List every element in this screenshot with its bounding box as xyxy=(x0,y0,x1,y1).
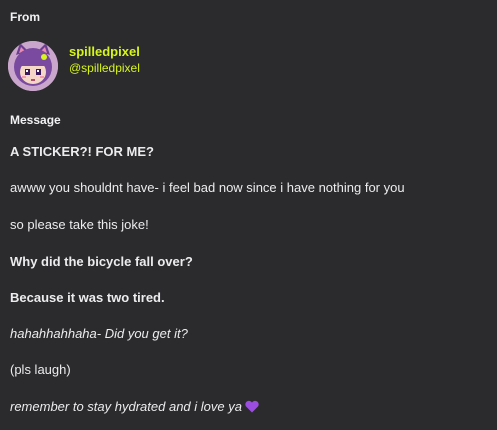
purple-heart-icon xyxy=(245,400,259,417)
message-line-5: Because it was two tired. xyxy=(10,290,165,305)
message-line-8-text: remember to stay hydrated and i love ya xyxy=(10,399,242,414)
message-label: Message xyxy=(10,113,61,127)
message-line-3: so please take this joke! xyxy=(10,217,149,232)
message-line-2: awww you shouldnt have- i feel bad now s… xyxy=(10,180,405,195)
message-line-8: remember to stay hydrated and i love ya xyxy=(10,399,259,417)
message-line-1: A STICKER?! FOR ME? xyxy=(10,144,154,159)
message-line-7: (pls laugh) xyxy=(10,362,71,377)
message-line-4: Why did the bicycle fall over? xyxy=(10,254,193,269)
pixel-character-avatar-icon xyxy=(8,41,58,91)
message-panel: From spilledpixel @spilledpixel Message … xyxy=(0,0,497,430)
sender-text: spilledpixel @spilledpixel xyxy=(69,44,140,76)
from-label: From xyxy=(10,10,40,24)
sender-display-name[interactable]: spilledpixel xyxy=(69,44,140,60)
message-line-6: hahahhahhaha- Did you get it? xyxy=(10,326,188,341)
sender-block: spilledpixel @spilledpixel xyxy=(8,41,140,91)
avatar[interactable] xyxy=(8,41,58,91)
sender-handle[interactable]: @spilledpixel xyxy=(69,60,140,76)
